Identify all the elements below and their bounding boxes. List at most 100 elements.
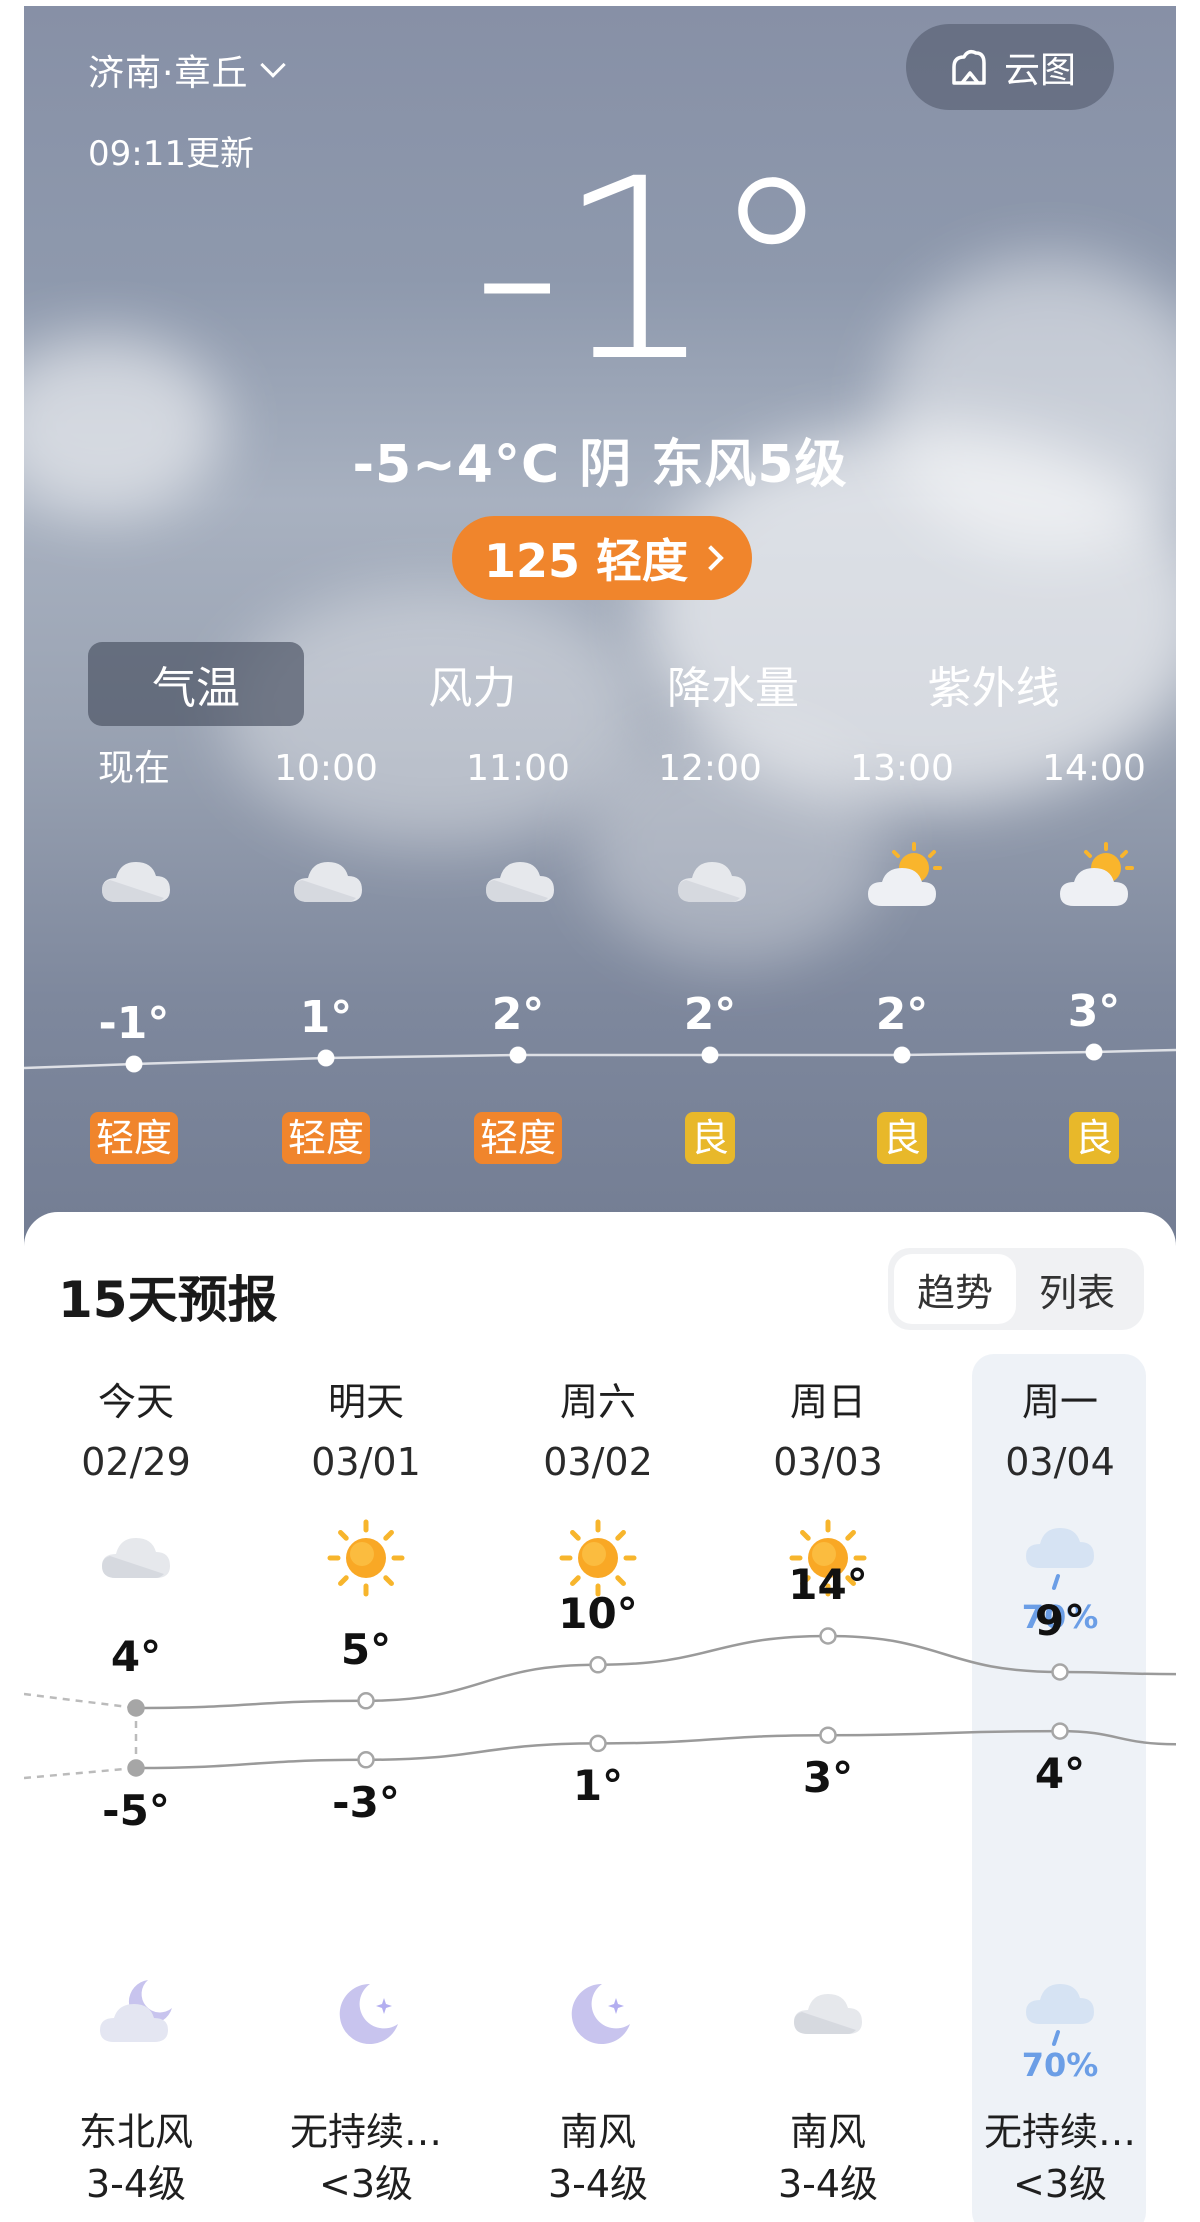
hourly-item: 10:00 1° 轻度	[256, 746, 396, 1164]
toggle-trend[interactable]: 趋势	[894, 1254, 1016, 1324]
forecast-day-column[interactable]: 明天 03/01 无持续… <3级	[266, 1376, 466, 2206]
low-temperature-label: -3°	[332, 1777, 400, 1827]
low-temp-past-segment	[24, 1766, 137, 1780]
hourly-temperature-curve	[24, 1048, 1176, 1070]
forecast-day-column[interactable]: 今天 02/29 东北风 3-4级	[36, 1376, 236, 2206]
wind-direction: 无持续…	[983, 2110, 1136, 2154]
tab-label: 气温	[152, 663, 240, 714]
tab-label: 风力	[428, 663, 517, 714]
low-temperature-point	[357, 1751, 375, 1769]
partly-sunny-icon	[862, 840, 942, 906]
cloudy-icon	[786, 1972, 870, 2056]
wind-info: 无持续… <3级	[266, 2106, 466, 2210]
high-temperature-label: 4°	[110, 1632, 162, 1681]
wind-level: 3-4级	[777, 2162, 879, 2206]
aqi-button[interactable]: 125 轻度	[452, 516, 752, 600]
low-temperature-label: 1°	[572, 1761, 624, 1811]
hour-temperature: -1°	[98, 998, 170, 1049]
hour-temperature: 1°	[299, 992, 353, 1043]
hour-aqi-badge: 轻度	[473, 1112, 563, 1164]
day-date: 03/01	[311, 1440, 421, 1484]
hourly-temperature-point	[893, 1046, 911, 1064]
hour-time: 13:00	[850, 748, 954, 789]
tab-uv[interactable]: 紫外线	[863, 642, 1124, 726]
hourly-temperature-point	[317, 1049, 335, 1067]
toggle-list[interactable]: 列表	[1016, 1254, 1138, 1324]
current-weather-panel: 济南·章丘 09:11更新 云图 -1° -5~4°C 阴 东风5级 125 轻…	[24, 6, 1176, 1246]
toggle-label: 趋势	[916, 1270, 993, 1315]
hourly-item: 14:00 3° 良	[1024, 746, 1164, 1164]
moon-icon	[556, 1972, 640, 2056]
cloudy-icon	[670, 840, 750, 906]
hourly-temperature-point	[701, 1046, 719, 1064]
weather-screen: 济南·章丘 09:11更新 云图 -1° -5~4°C 阴 东风5级 125 轻…	[24, 6, 1176, 2222]
rain-icon	[1018, 1972, 1102, 2056]
day-date: 03/04	[1005, 1440, 1115, 1484]
current-temperature: -1°	[472, 125, 834, 416]
day-name: 今天	[97, 1380, 174, 1424]
low-temperature-label: 3°	[802, 1753, 854, 1803]
wind-level: 3-4级	[85, 2162, 187, 2206]
chevron-down-icon	[260, 52, 287, 78]
wind-level: <3级	[318, 2162, 414, 2206]
cloud-map-label: 云图	[1003, 50, 1076, 91]
wind-info: 南风 3-4级	[728, 2106, 928, 2210]
moon-cloud-icon	[94, 1972, 178, 2056]
high-temperature-point	[819, 1627, 837, 1645]
day-date: 03/03	[773, 1440, 883, 1484]
forecast-day-column[interactable]: 周六 03/02 南风 3-4级	[498, 1376, 698, 2206]
wind-level: <3级	[1012, 2162, 1108, 2206]
tab-temperature[interactable]: 气温	[88, 642, 304, 726]
hourly-tabs: 气温 风力 降水量 紫外线	[88, 642, 1124, 726]
tab-wind[interactable]: 风力	[342, 642, 603, 726]
wind-direction: 无持续…	[289, 2110, 442, 2154]
hourly-item: 现在 -1° 轻度	[64, 746, 204, 1164]
high-temperature-label: 10°	[558, 1588, 638, 1638]
forecast-day-column[interactable]: 周日 03/03 南风 3-4级	[728, 1376, 928, 2206]
high-temp-past-segment	[24, 1692, 137, 1710]
high-temperature-label: 5°	[340, 1624, 392, 1674]
hour-temperature: 3°	[1067, 986, 1121, 1037]
hourly-forecast: 现在 -1° 轻度 10:00 1° 轻度 11:00 2° 轻度 12:00 2° 良 13:00 2°…	[24, 746, 1176, 1206]
hour-temperature: 2°	[875, 989, 929, 1040]
moon-icon	[324, 1972, 408, 2056]
hourly-item: 13:00 2° 良	[832, 746, 972, 1164]
wind-info: 南风 3-4级	[498, 2106, 698, 2210]
tab-precipitation[interactable]: 降水量	[603, 642, 864, 726]
hourly-item: 11:00 2° 轻度	[448, 746, 588, 1164]
hour-time: 14:00	[1042, 748, 1146, 789]
wind-info: 东北风 3-4级	[36, 2106, 236, 2210]
location-selector[interactable]: 济南·章丘	[88, 44, 287, 96]
hourly-temperature-point	[125, 1055, 143, 1073]
wind-direction: 东北风	[78, 2110, 193, 2154]
hour-aqi-badge: 轻度	[89, 1112, 179, 1164]
weather-summary: -5~4°C 阴 东风5级	[352, 435, 848, 495]
low-temperature-point	[589, 1734, 607, 1753]
chevron-right-icon	[698, 545, 724, 571]
hour-time: 10:00	[274, 748, 378, 789]
tab-label: 紫外线	[927, 663, 1060, 714]
night-precip-prob: 70%	[1021, 2046, 1099, 2084]
hourly-item: 12:00 2° 良	[640, 746, 780, 1164]
wind-direction: 南风	[789, 2110, 866, 2154]
aqi-label: 125 轻度	[483, 534, 689, 588]
sun-icon	[324, 1516, 408, 1600]
wind-level: 3-4级	[547, 2162, 649, 2206]
forecast-view-toggle: 趋势 列表	[888, 1248, 1144, 1330]
cloud-map-button[interactable]: 云图	[906, 24, 1114, 110]
day-name: 周一	[1021, 1380, 1098, 1424]
hourly-temperature-point	[509, 1046, 527, 1064]
hour-aqi-badge: 良	[1068, 1112, 1120, 1164]
hour-temperature: 2°	[683, 989, 737, 1040]
hour-aqi-badge: 良	[684, 1112, 736, 1164]
toggle-label: 列表	[1038, 1270, 1115, 1315]
low-temperature-label: 4°	[1034, 1749, 1086, 1799]
low-temperature-label: -5°	[102, 1786, 170, 1835]
cloudy-icon	[94, 840, 174, 906]
hour-time: 12:00	[658, 748, 762, 789]
high-temperature-label: 14°	[788, 1560, 868, 1609]
high-temperature-point	[127, 1699, 145, 1717]
high-temperature-point	[589, 1656, 607, 1674]
high-temperature-label: 9°	[1034, 1596, 1086, 1645]
forecast-day-column[interactable]: 周一 03/04 70% 70% 无持续… <3级	[960, 1376, 1160, 2206]
